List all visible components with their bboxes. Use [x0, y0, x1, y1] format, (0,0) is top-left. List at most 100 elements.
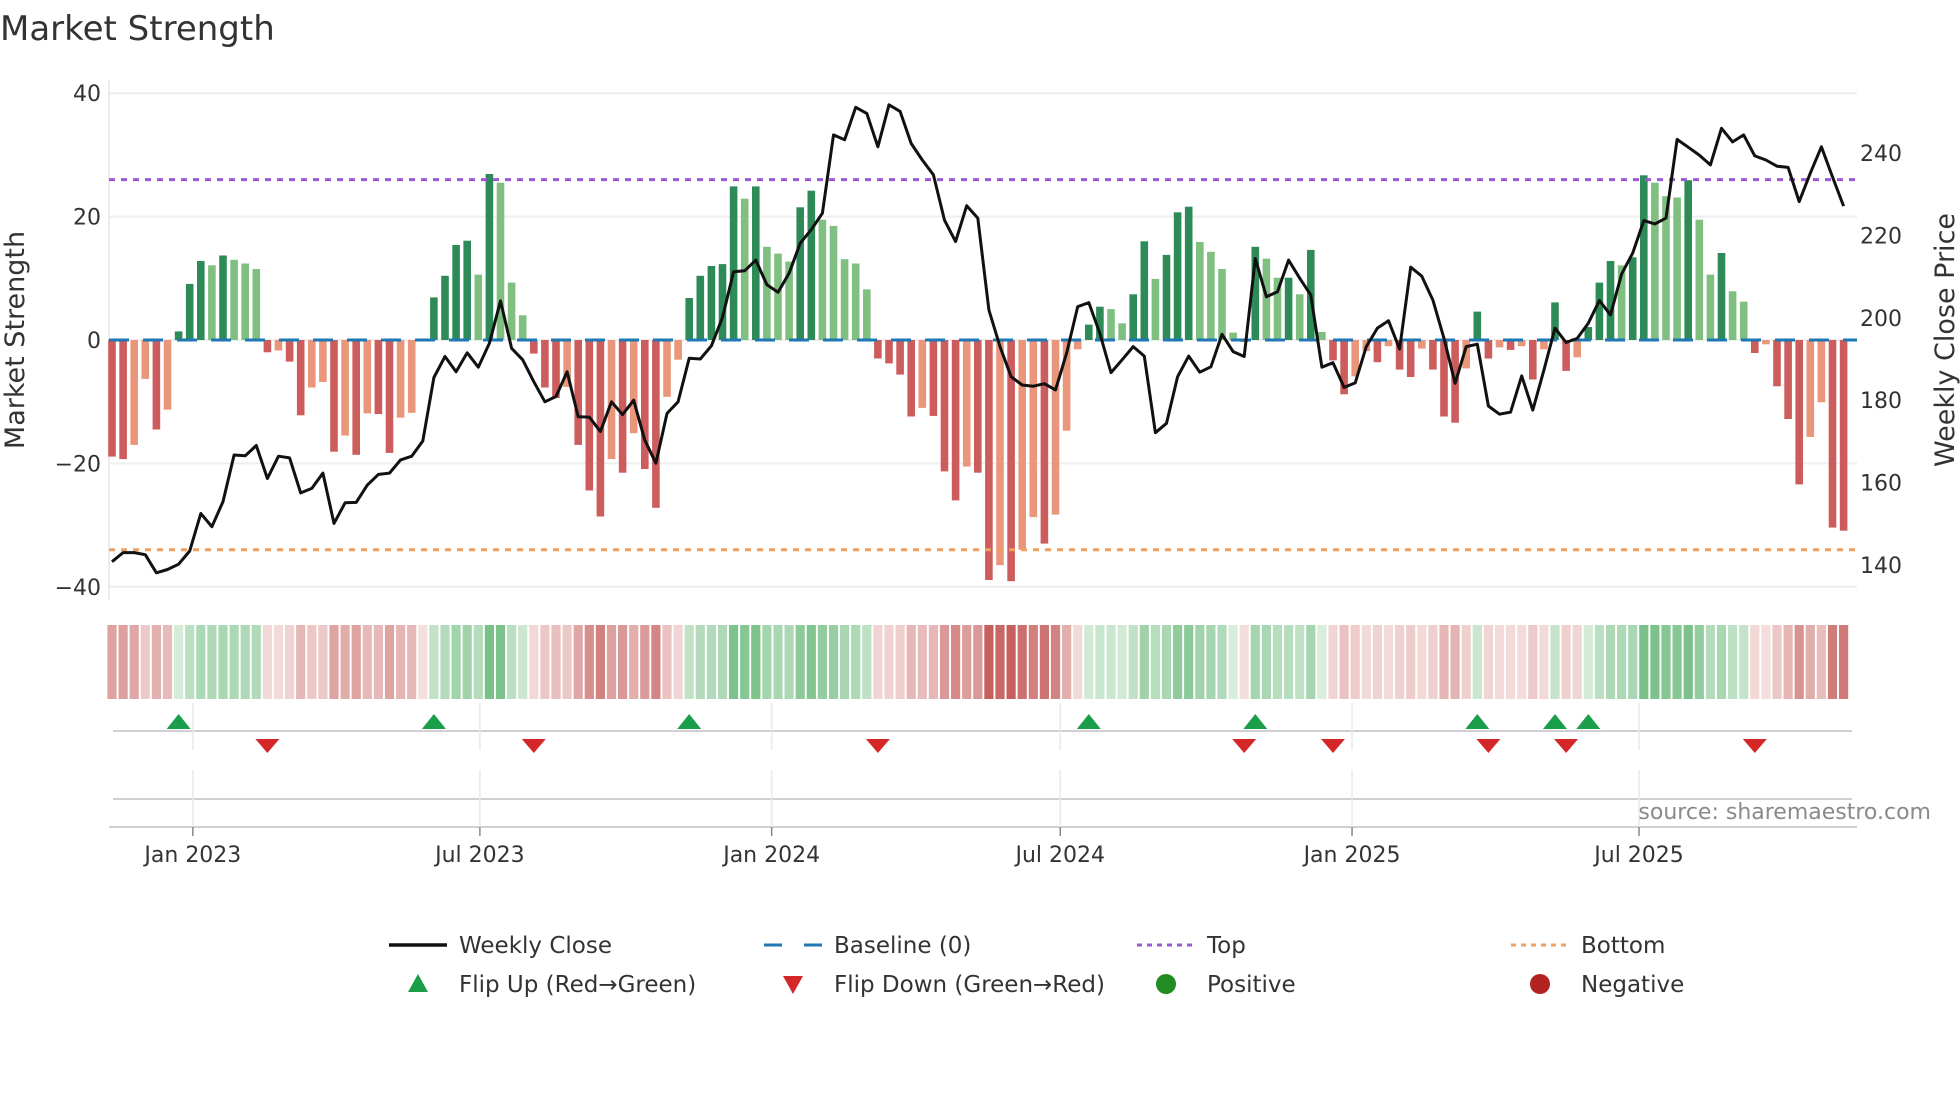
- strip-cell: [906, 625, 916, 699]
- bar-negative: [130, 340, 138, 445]
- bar-positive: [863, 289, 871, 340]
- strip-cell: [1461, 625, 1471, 699]
- strip-cell: [462, 625, 472, 699]
- bar-negative: [1573, 340, 1581, 358]
- flip-down-marker: [865, 739, 890, 753]
- strip-cell: [1750, 625, 1760, 699]
- strip-cell: [262, 625, 272, 699]
- strip-cell: [917, 625, 927, 699]
- y-tick-label: −40: [55, 576, 101, 601]
- strip-cell: [451, 625, 461, 699]
- bar-negative: [985, 340, 993, 580]
- strip-cell: [1583, 625, 1593, 699]
- bar-negative: [407, 340, 416, 413]
- y-tick-label: 40: [73, 82, 101, 107]
- bar-negative: [951, 340, 960, 501]
- bar-positive: [774, 253, 782, 340]
- flip-down-marker: [1742, 739, 1767, 753]
- bar-negative: [607, 340, 616, 460]
- strip-cell: [1261, 625, 1271, 699]
- bar-positive: [452, 245, 460, 340]
- y2-tick-label: 200: [1860, 307, 1902, 332]
- bar-positive: [1107, 309, 1115, 340]
- legend-item: Bottom: [1511, 933, 1665, 959]
- bar-negative: [940, 340, 949, 472]
- strip-cell: [1816, 625, 1826, 699]
- bar-positive: [441, 275, 449, 340]
- strip-cell: [196, 625, 206, 699]
- bar-positive: [1129, 294, 1137, 340]
- legend-triangle-up-icon: [408, 974, 428, 992]
- bar-negative: [574, 340, 582, 445]
- flip-up-marker: [1576, 714, 1601, 729]
- bar-negative: [396, 340, 405, 418]
- strip-cell: [795, 625, 805, 699]
- bar-negative: [1373, 340, 1382, 363]
- strip-cell: [162, 625, 173, 699]
- strip-cell: [729, 625, 739, 699]
- strip-cell: [884, 625, 894, 699]
- bar-negative: [1762, 340, 1770, 345]
- strip-cell: [1250, 625, 1260, 699]
- strip-cell: [684, 625, 694, 699]
- strip-cell: [207, 625, 217, 699]
- strip-cell: [273, 625, 284, 699]
- strip-cell: [695, 625, 705, 699]
- legend-item: Positive: [1156, 972, 1296, 998]
- strip-cell: [1317, 625, 1327, 699]
- x-tick-label: Jan 2024: [721, 843, 820, 868]
- bar-positive: [851, 263, 860, 340]
- y2-tick-label: 160: [1860, 472, 1902, 497]
- strip-cell: [762, 625, 772, 699]
- strip-cell: [1272, 625, 1283, 699]
- bar-negative: [363, 340, 372, 414]
- strip-cell: [1195, 625, 1205, 699]
- legend-circle-icon: [1156, 974, 1176, 994]
- strip-cell: [1839, 625, 1849, 699]
- bar-negative: [1429, 340, 1437, 370]
- bar-negative: [618, 340, 627, 473]
- legend-label: Baseline (0): [834, 933, 971, 959]
- strip-cell: [1639, 625, 1649, 699]
- bar-positive: [1595, 282, 1604, 340]
- strip-cell: [1772, 625, 1782, 699]
- strip-cell: [1739, 625, 1749, 699]
- strip-cell: [1073, 625, 1083, 699]
- strip-cell: [362, 625, 372, 699]
- strip-cell: [1472, 625, 1482, 699]
- bar-negative: [1029, 340, 1038, 518]
- flip-down-marker: [1232, 739, 1257, 753]
- left-axis-ticks: 40 20 0 −20 −40: [55, 82, 101, 601]
- strip-cell: [851, 625, 861, 699]
- bar-positive: [1162, 254, 1171, 340]
- bar-negative: [1817, 340, 1826, 403]
- strip-cell: [1206, 625, 1216, 699]
- bar-negative: [1784, 340, 1792, 419]
- bar-negative: [674, 340, 682, 360]
- bar-positive: [1196, 241, 1204, 340]
- legend-label: Flip Down (Green→Red): [834, 972, 1105, 998]
- strip-cell: [773, 625, 783, 699]
- legend-label: Flip Up (Red→Green): [459, 972, 696, 998]
- y-tick-label: 0: [87, 329, 101, 354]
- strip-cell: [1395, 625, 1405, 699]
- bar-positive: [807, 190, 816, 340]
- flip-down-marker: [1554, 739, 1579, 753]
- bar-negative: [352, 340, 360, 455]
- bar-negative: [1562, 340, 1570, 371]
- left-axis-title: Market Strength: [0, 231, 31, 449]
- bar-positive: [1728, 291, 1737, 340]
- strength-heat-strip: [107, 625, 1849, 699]
- strip-cell: [1605, 625, 1616, 699]
- strip-cell: [817, 625, 827, 699]
- bar-positive: [1184, 206, 1193, 340]
- strip-cell: [1228, 625, 1238, 699]
- strip-cell: [1406, 625, 1416, 699]
- strip-cell: [296, 625, 306, 699]
- strip-cell: [629, 625, 639, 699]
- bar-positive: [796, 207, 804, 340]
- strip-cell: [984, 625, 994, 699]
- market-strength-chart: Market Strength 40200−20−40 240220200180…: [0, 9, 1960, 998]
- source-credit: source: sharemaestro.com: [1638, 800, 1931, 825]
- strip-cell: [1173, 625, 1183, 699]
